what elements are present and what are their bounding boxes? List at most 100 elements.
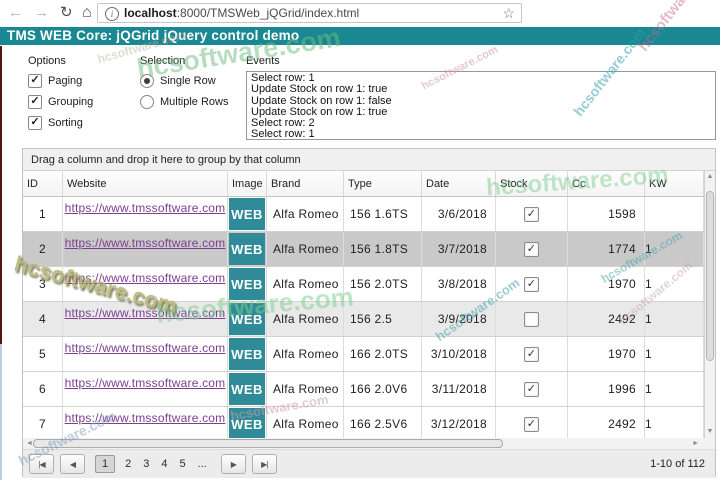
home-icon[interactable]: ⌂ (82, 3, 92, 23)
pager-page[interactable]: ... (198, 458, 207, 470)
refresh-icon[interactable]: ↻ (60, 3, 73, 23)
website-link[interactable]: https://www.tmssoftware.com (65, 201, 226, 215)
cell-brand: Alfa Romeo (267, 337, 344, 371)
event-log-line: Select row: 1 (251, 128, 315, 140)
options-items: ✓ Paging ✓ Grouping ✓ Sorting (28, 74, 93, 130)
column-header-type[interactable]: Type (344, 171, 422, 196)
website-link[interactable]: https://www.tmssoftware.com (65, 341, 226, 355)
event-log-line: Update Stock on row 1: true (251, 105, 388, 118)
cell-image: WEB (228, 232, 267, 266)
pager-prev-button[interactable]: ◀ (60, 454, 85, 474)
page-title: TMS WEB Core: jQGrid jQuery control demo (0, 27, 720, 45)
scroll-left-icon[interactable]: ◄ (26, 438, 33, 449)
stock-checkbox[interactable]: ✓ (524, 416, 539, 432)
scroll-right-icon[interactable]: ► (692, 438, 699, 449)
website-link[interactable]: https://www.tmssoftware.com (65, 236, 226, 250)
table-row[interactable]: 6 https://www.tmssoftware.com WEB Alfa Rome… (23, 372, 715, 407)
checkbox-grouping[interactable]: ✓ (28, 95, 42, 109)
web-image-badge[interactable]: WEB (229, 198, 265, 230)
cell-cc: 1970 (568, 267, 645, 301)
events-listbox[interactable]: Select row: 1 Update Stock on row 1: true… (246, 71, 716, 140)
column-header-cc[interactable]: Cc (568, 171, 645, 196)
cell-stock: ✓ (496, 267, 568, 301)
table-row[interactable]: 5 https://www.tmssoftware.com WEB Alfa Rome… (23, 337, 715, 372)
pager-next-button[interactable]: ▶ (220, 454, 246, 474)
cell-date: 3/12/2018 (422, 407, 496, 438)
address-bar[interactable]: i localhost:8000/TMSWeb_jQGrid/index.htm… (97, 3, 522, 23)
cell-kw: 1 (645, 407, 704, 438)
table-row[interactable]: 2 https://www.tmssoftware.com WEB Alfa Rome… (23, 232, 715, 267)
cell-website: https://www.tmssoftware.com (63, 372, 228, 406)
cell-type: 166 2.0TS (344, 337, 422, 371)
stock-checkbox[interactable] (524, 311, 539, 327)
table-row[interactable]: 1 https://www.tmssoftware.com WEB Alfa Rome… (23, 197, 715, 232)
page-info-icon[interactable]: i (105, 7, 119, 21)
website-link[interactable]: https://www.tmssoftware.com (65, 376, 226, 390)
scroll-down-icon[interactable]: ▼ (705, 427, 715, 437)
table-row[interactable]: 3 https://www.tmssoftware.com WEB Alfa Rome… (23, 267, 715, 302)
cell-image: WEB (228, 197, 267, 231)
pager-last-button[interactable]: ▶| (251, 454, 277, 474)
pager-page[interactable]: 5 (180, 458, 186, 470)
grid-pager: |◀ ◀ 1 2 3 4 5... ▶ ▶| 1-10 of 112 (23, 450, 715, 478)
column-header-id[interactable]: ID (23, 171, 63, 196)
pager-page[interactable]: 4 (161, 458, 167, 470)
pager-first-button[interactable]: |◀ (29, 454, 54, 474)
radio-multiple-rows[interactable] (140, 95, 154, 109)
cell-kw: 1 (645, 302, 704, 336)
table-row[interactable]: 4 https://www.tmssoftware.com WEB Alfa Rome… (23, 302, 715, 337)
events-label: Events (246, 55, 280, 67)
website-link[interactable]: https://www.tmssoftware.com (65, 306, 226, 320)
back-icon[interactable]: ← (8, 3, 23, 23)
stock-checkbox[interactable]: ✓ (524, 346, 539, 362)
cell-stock: ✓ (496, 372, 568, 406)
web-image-badge[interactable]: WEB (229, 338, 265, 370)
column-header-website[interactable]: Website (63, 171, 228, 196)
cell-stock (496, 302, 568, 336)
website-link[interactable]: https://www.tmssoftware.com (65, 411, 226, 425)
stock-checkbox[interactable]: ✓ (524, 241, 539, 257)
radio-single-row[interactable] (140, 74, 154, 88)
bookmark-star-icon[interactable]: ☆ (502, 5, 515, 22)
group-by-dropzone[interactable]: Drag a column and drop it here to group … (23, 149, 715, 171)
checkbox-paging[interactable]: ✓ (28, 74, 42, 88)
stock-checkbox[interactable]: ✓ (524, 276, 539, 292)
pager-page-current[interactable]: 1 (95, 455, 116, 473)
horizontal-scroll-thumb[interactable] (33, 439, 503, 448)
cell-brand: Alfa Romeo (267, 302, 344, 336)
column-header-kw[interactable]: KW (645, 171, 704, 196)
stock-checkbox[interactable]: ✓ (524, 381, 539, 397)
web-image-badge[interactable]: WEB (229, 268, 265, 300)
column-header-stock[interactable]: Stock (496, 171, 568, 196)
radio-label: Multiple Rows (160, 96, 229, 108)
cell-kw: 1 (645, 232, 704, 266)
cell-brand: Alfa Romeo (267, 407, 344, 438)
website-link[interactable]: https://www.tmssoftware.com (65, 271, 226, 285)
web-image-badge[interactable]: WEB (229, 408, 265, 438)
pager-page[interactable]: 2 (125, 458, 131, 470)
cell-type: 156 2.0TS (344, 267, 422, 301)
vertical-scrollbar[interactable]: ▲ ▼ (704, 171, 715, 438)
cell-cc: 1774 (568, 232, 645, 266)
pager-page[interactable]: 3 (143, 458, 149, 470)
horizontal-scrollbar[interactable]: ◄ ► (23, 438, 715, 450)
web-image-badge[interactable]: WEB (229, 373, 265, 405)
column-header-brand[interactable]: Brand (267, 171, 344, 196)
cell-image: WEB (228, 372, 267, 406)
column-header-date[interactable]: Date (422, 171, 496, 196)
event-log-line: Update Stock on row 1: true (251, 83, 388, 96)
cell-image: WEB (228, 337, 267, 371)
vertical-scroll-thumb[interactable] (706, 191, 714, 361)
stock-checkbox[interactable]: ✓ (524, 206, 539, 222)
column-header-image[interactable]: Image (228, 171, 267, 196)
cell-brand: Alfa Romeo (267, 232, 344, 266)
table-row[interactable]: 7 https://www.tmssoftware.com WEB Alfa Rome… (23, 407, 715, 438)
web-image-badge[interactable]: WEB (229, 303, 265, 335)
cell-cc: 2492 (568, 407, 645, 438)
web-image-badge[interactable]: WEB (229, 233, 265, 265)
forward-icon[interactable]: → (34, 3, 49, 23)
cell-id: 5 (23, 337, 63, 371)
checkbox-sorting[interactable]: ✓ (28, 116, 42, 130)
grid-body: 1 https://www.tmssoftware.com WEB Alfa Rome… (23, 197, 715, 438)
scroll-up-icon[interactable]: ▲ (705, 172, 715, 182)
